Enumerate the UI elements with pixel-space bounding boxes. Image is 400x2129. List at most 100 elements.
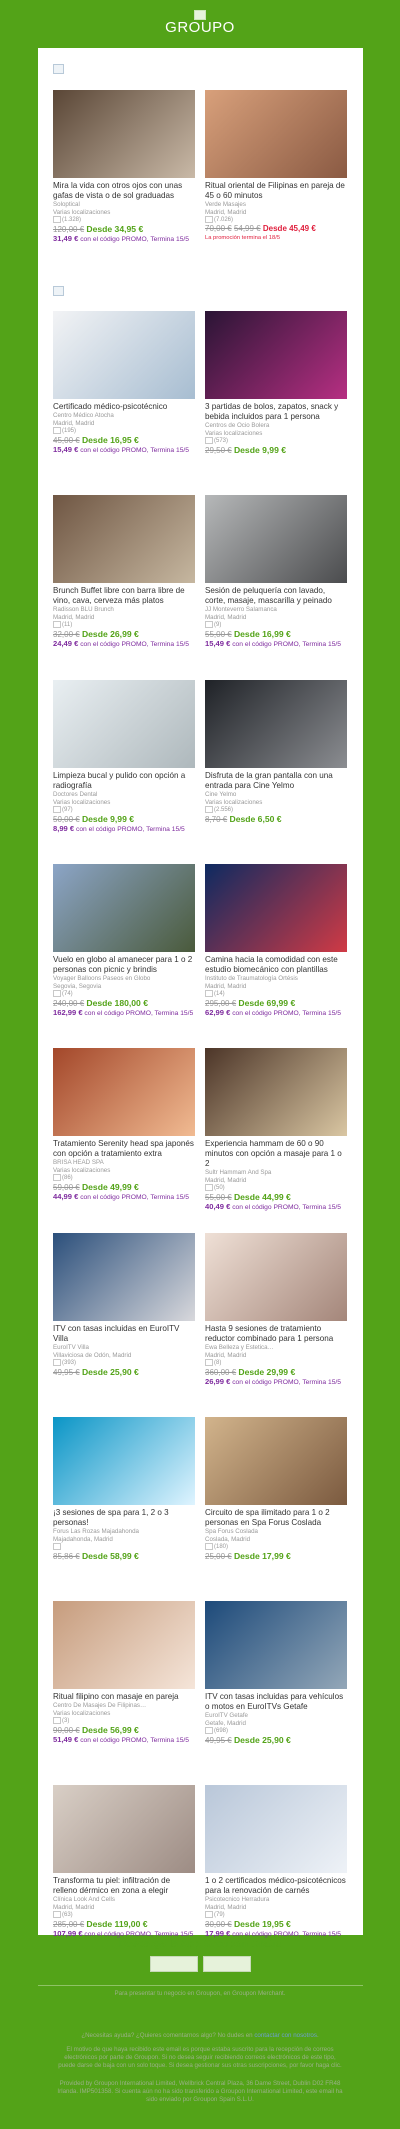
- rating: (195): [53, 427, 195, 435]
- deal-card[interactable]: ¡3 sesiones de spa para 1, 2 o 3 persona…: [53, 1417, 195, 1562]
- deal-photo[interactable]: [205, 1601, 347, 1689]
- deal-price-value: Desde 119,00 €: [86, 1919, 148, 1930]
- original-price: 70,00 €: [205, 224, 232, 234]
- deal-title[interactable]: Mira la vida con otros ojos con unas gaf…: [53, 181, 195, 201]
- deal-card[interactable]: Limpieza bucal y pulido con opción a rad…: [53, 680, 195, 834]
- original-price: 59,00 €: [53, 1183, 80, 1193]
- deal-merchant: Centro Médico Atocha: [53, 412, 114, 419]
- deal-photo[interactable]: [205, 495, 347, 583]
- deal-card[interactable]: Disfruta de la gran pantalla con una ent…: [205, 680, 347, 825]
- deal-title[interactable]: Circuito de spa ilimitado para 1 o 2 per…: [205, 1508, 347, 1528]
- deal-photo[interactable]: [205, 864, 347, 952]
- deal-title[interactable]: Disfruta de la gran pantalla con una ent…: [205, 771, 347, 791]
- app-store-badge[interactable]: [150, 1956, 198, 1972]
- groupon-logo[interactable]: GROUPO: [162, 10, 238, 40]
- contact-link[interactable]: contactar con nosotros: [254, 2032, 317, 2039]
- deal-title[interactable]: Transforma tu piel: infiltración de rell…: [53, 1876, 195, 1896]
- rating: (1.328): [53, 216, 195, 224]
- deal-title[interactable]: Camina hacia la comodidad con este estud…: [205, 955, 347, 975]
- deal-photo[interactable]: [205, 1785, 347, 1873]
- deal-card[interactable]: Ritual filipino con masaje en pareja Cen…: [53, 1601, 195, 1745]
- deal-title[interactable]: Tratamiento Serenity head spa japonés co…: [53, 1139, 195, 1159]
- deal-title[interactable]: 1 o 2 certificados médico-psicotécnicos …: [205, 1876, 347, 1896]
- deal-title[interactable]: ¡3 sesiones de spa para 1, 2 o 3 persona…: [53, 1508, 195, 1528]
- deal-title[interactable]: Ritual filipino con masaje en pareja: [53, 1692, 195, 1702]
- deal-title[interactable]: Sesión de peluquería con lavado, corte, …: [205, 586, 347, 606]
- deal-photo[interactable]: [205, 680, 347, 768]
- promo-price: 24,49 € con el código PROMO, Termina 15/…: [53, 639, 189, 649]
- deal-location: Varias localizaciones: [53, 798, 111, 806]
- deal-card[interactable]: Transforma tu piel: infiltración de rell…: [53, 1785, 195, 1939]
- deal-card[interactable]: 1 o 2 certificados médico-psicotécnicos …: [205, 1785, 347, 1939]
- rating: (97): [53, 806, 195, 814]
- deal-card[interactable]: Hasta 9 sesiones de tratamiento reductor…: [205, 1233, 347, 1387]
- original-price: 285,00 €: [53, 1920, 85, 1930]
- deal-card[interactable]: Mira la vida con otros ojos con unas gaf…: [53, 90, 195, 244]
- deal-card[interactable]: Vuelo en globo al amanecer para 1 o 2 pe…: [53, 864, 195, 1018]
- deal-title[interactable]: Vuelo en globo al amanecer para 1 o 2 pe…: [53, 955, 195, 975]
- deal-photo[interactable]: [205, 90, 347, 178]
- rating: (698): [205, 1727, 347, 1735]
- deal-card[interactable]: Tratamiento Serenity head spa japonés co…: [53, 1048, 195, 1202]
- deal-title[interactable]: Brunch Buffet libre con barra libre de v…: [53, 586, 195, 606]
- original-price: 29,50 €: [205, 446, 232, 456]
- deal-photo[interactable]: [53, 1417, 195, 1505]
- app-download-title: Descarga la App Groupon Gratis: [118, 1938, 282, 1950]
- deal-photo[interactable]: [53, 90, 195, 178]
- deal-title[interactable]: ITV con tasas incluidas en EuroITV Villa: [53, 1324, 195, 1344]
- deal-price-value: Desde 45,49 €: [262, 224, 316, 234]
- rating: (63): [53, 1911, 195, 1919]
- deal-title[interactable]: Experiencia hammam de 60 o 90 minutos co…: [205, 1139, 347, 1169]
- deal-merchant: Spa Forus Coslada: [205, 1528, 258, 1535]
- rating: (86): [53, 1174, 195, 1182]
- deal-photo[interactable]: [53, 1233, 195, 1321]
- promo-note: La promoción termina el 18/5: [205, 235, 281, 242]
- deal-title[interactable]: Ritual oriental de Filipinas en pareja d…: [205, 181, 347, 201]
- deal-title[interactable]: ITV con tasas incluidas para vehículos o…: [205, 1692, 347, 1712]
- merchant-note: Para presentar tu negocio en Groupon, en…: [114, 1990, 286, 1997]
- deal-merchant: Centro De Masajes De Filipinas…: [53, 1702, 147, 1709]
- deal-photo[interactable]: [53, 311, 195, 399]
- deal-photo[interactable]: [53, 1785, 195, 1873]
- original-price-2: 54,99 €: [233, 224, 261, 234]
- deal-price-value: Desde 180,00 €: [86, 998, 149, 1009]
- deal-photo[interactable]: [205, 1233, 347, 1321]
- original-price: 32,00 €: [53, 630, 80, 640]
- deal-card[interactable]: ITV con tasas incluidas para vehículos o…: [205, 1601, 347, 1746]
- deal-location: Madrid, Madrid: [205, 613, 247, 621]
- company-text: Provided by Groupon International Limite…: [57, 2080, 343, 2103]
- promo-price: 40,49 € con el código PROMO, Termina 15/…: [205, 1202, 341, 1212]
- rating: (180): [205, 1543, 347, 1551]
- deal-photo[interactable]: [205, 311, 347, 399]
- deal-card[interactable]: Certificado médico-psicotécnico Centro M…: [53, 311, 195, 455]
- deal-card[interactable]: 3 partidas de bolos, zapatos, snack y be…: [205, 311, 347, 456]
- deal-card[interactable]: Sesión de peluquería con lavado, corte, …: [205, 495, 347, 649]
- google-play-badge[interactable]: [203, 1956, 251, 1972]
- deal-card[interactable]: Experiencia hammam de 60 o 90 minutos co…: [205, 1048, 347, 1212]
- rating-stars-icon: [205, 990, 213, 997]
- deal-card[interactable]: Ritual oriental de Filipinas en pareja d…: [205, 90, 347, 242]
- deal-photo[interactable]: [205, 1417, 347, 1505]
- deal-photo[interactable]: [53, 1601, 195, 1689]
- deal-photo[interactable]: [205, 1048, 347, 1136]
- deal-price-value: Desde 69,99 €: [238, 998, 296, 1009]
- deal-card[interactable]: ITV con tasas incluidas en EuroITV Villa…: [53, 1233, 195, 1378]
- deal-merchant: Radisson BLU Brunch: [53, 606, 114, 613]
- original-price: 360,00 €: [205, 1368, 237, 1378]
- deal-card[interactable]: Circuito de spa ilimitado para 1 o 2 per…: [205, 1417, 347, 1562]
- deal-location: Varias localizaciones: [53, 1709, 111, 1717]
- deal-title[interactable]: Limpieza bucal y pulido con opción a rad…: [53, 771, 195, 791]
- deal-photo[interactable]: [53, 495, 195, 583]
- deal-title[interactable]: 3 partidas de bolos, zapatos, snack y be…: [205, 402, 347, 422]
- deal-title[interactable]: Certificado médico-psicotécnico: [53, 402, 195, 412]
- deal-photo[interactable]: [53, 680, 195, 768]
- rating: (3): [53, 1717, 195, 1725]
- deal-title[interactable]: Hasta 9 sesiones de tratamiento reductor…: [205, 1324, 347, 1344]
- deal-photo[interactable]: [53, 864, 195, 952]
- rating-stars-icon: [53, 216, 61, 223]
- rating: (11): [53, 621, 195, 629]
- deal-photo[interactable]: [53, 1048, 195, 1136]
- deal-card[interactable]: Camina hacia la comodidad con este estud…: [205, 864, 347, 1018]
- deal-card[interactable]: Brunch Buffet libre con barra libre de v…: [53, 495, 195, 649]
- rating-stars-icon: [53, 621, 61, 628]
